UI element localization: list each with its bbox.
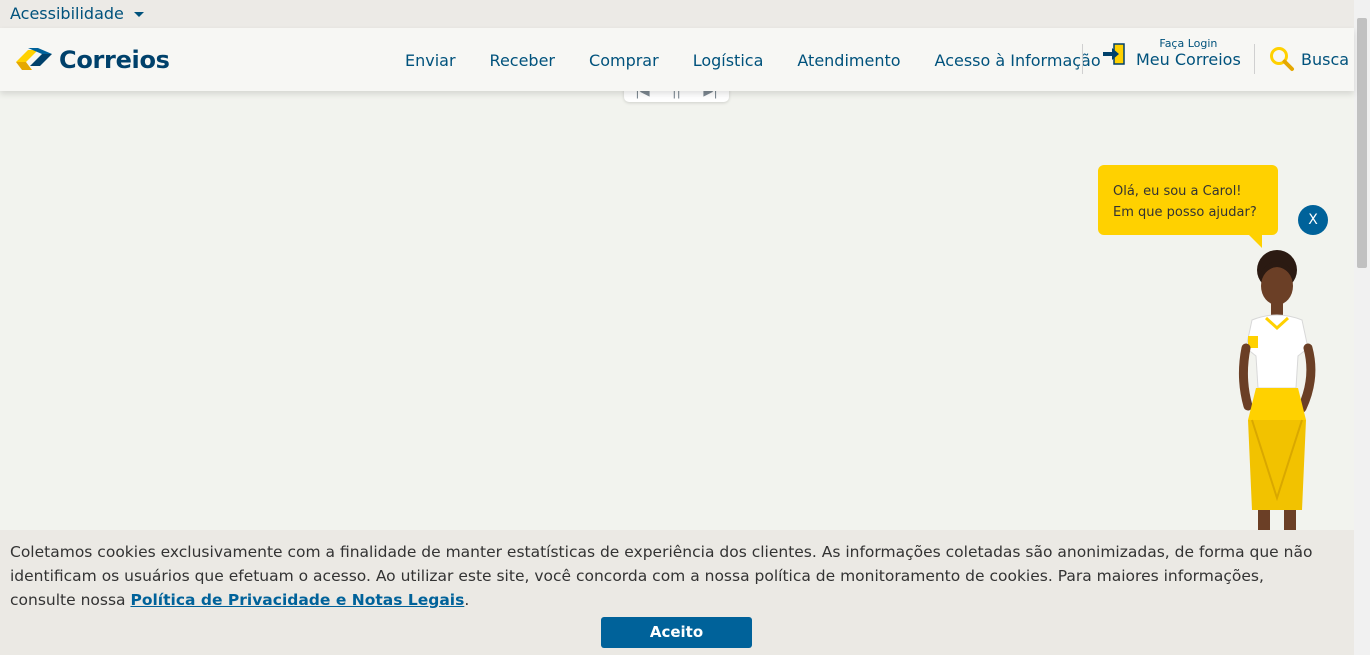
scrollbar-thumb[interactable]: [1357, 18, 1367, 268]
chevron-down-icon: [133, 12, 144, 17]
accept-cookies-button[interactable]: Aceito: [601, 617, 752, 648]
logo-wordmark: Correios: [59, 46, 170, 74]
assistant-avatar[interactable]: [1222, 248, 1332, 537]
cookie-banner: Coletamos cookies exclusivamente com a f…: [0, 530, 1354, 655]
correios-logo-icon: [16, 48, 52, 70]
assistant-bubble[interactable]: Olá, eu sou a Carol! Em que posso ajudar…: [1098, 165, 1278, 235]
accessibility-menu[interactable]: Acessibilidade: [10, 4, 144, 23]
login-text: Faça Login Meu Correios: [1136, 38, 1241, 70]
divider: [1082, 44, 1083, 74]
nav-acesso-informacao[interactable]: Acesso à Informação: [935, 51, 1101, 70]
assistant-greeting: Olá, eu sou a Carol! Em que posso ajudar…: [1113, 184, 1257, 220]
nav-enviar[interactable]: Enviar: [405, 51, 456, 70]
carol-avatar-illustration: [1238, 250, 1316, 533]
assistant-bubble-tail: [1248, 234, 1262, 248]
search-button[interactable]: Busca: [1269, 46, 1349, 72]
login-main-label: Meu Correios: [1136, 50, 1241, 69]
nav-logistica[interactable]: Logística: [693, 51, 764, 70]
nav-comprar[interactable]: Comprar: [589, 51, 659, 70]
login-small-label: Faça Login: [1159, 37, 1218, 50]
site-header: Correios Enviar Receber Comprar Logístic…: [0, 28, 1354, 91]
correios-logo[interactable]: Correios: [14, 44, 170, 76]
assistant-close-button[interactable]: X: [1298, 205, 1328, 235]
page-scrollbar[interactable]: [1354, 0, 1370, 655]
privacy-policy-link[interactable]: Política de Privacidade e Notas Legais: [130, 591, 464, 609]
cookie-text-end: .: [464, 591, 470, 609]
nav-atendimento[interactable]: Atendimento: [797, 51, 900, 70]
cookie-message: Coletamos cookies exclusivamente com a f…: [10, 540, 1330, 612]
search-label: Busca: [1301, 49, 1350, 69]
nav-receber[interactable]: Receber: [490, 51, 555, 70]
divider: [1254, 44, 1255, 74]
login-icon: [1103, 43, 1125, 65]
search-icon: [1270, 47, 1294, 71]
accessibility-label: Acessibilidade: [10, 4, 124, 23]
main-nav: Enviar Receber Comprar Logística Atendim…: [405, 51, 1101, 70]
utility-bar: Acessibilidade: [0, 0, 1354, 28]
login-button[interactable]: Faça Login Meu Correios: [1102, 38, 1241, 70]
